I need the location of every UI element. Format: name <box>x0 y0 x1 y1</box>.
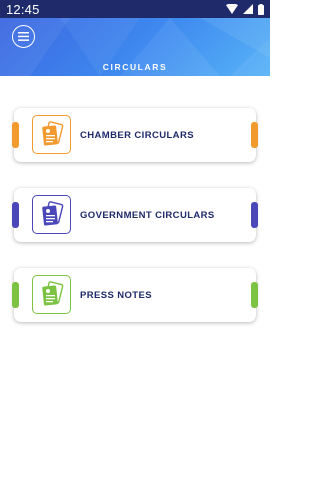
card-label: CHAMBER CIRCULARS <box>80 129 194 141</box>
card-label: GOVERNMENT CIRCULARS <box>80 209 215 221</box>
cellular-signal-icon <box>243 4 253 14</box>
card-chamber-circulars[interactable]: CHAMBER CIRCULARS <box>12 108 258 162</box>
document-stack-icon <box>32 275 71 314</box>
status-icons <box>226 3 264 15</box>
status-bar: 12:45 <box>0 0 270 18</box>
document-stack-icon <box>32 195 71 234</box>
status-time: 12:45 <box>6 1 40 17</box>
app-header: CIRCULARS <box>0 18 270 76</box>
menu-button[interactable] <box>12 25 35 48</box>
hamburger-menu-icon <box>18 32 29 41</box>
card-label: PRESS NOTES <box>80 289 152 301</box>
card-accent-right <box>251 202 258 228</box>
card-accent-right <box>251 122 258 148</box>
battery-icon <box>258 3 264 15</box>
card-government-circulars[interactable]: GOVERNMENT CIRCULARS <box>12 188 258 242</box>
card-accent-left <box>12 122 19 148</box>
card-accent-left <box>12 202 19 228</box>
card-accent-right <box>251 282 258 308</box>
wifi-icon <box>226 4 238 14</box>
document-stack-icon <box>32 115 71 154</box>
card-press-notes[interactable]: PRESS NOTES <box>12 268 258 322</box>
card-accent-left <box>12 282 19 308</box>
page-title: CIRCULARS <box>102 62 168 72</box>
